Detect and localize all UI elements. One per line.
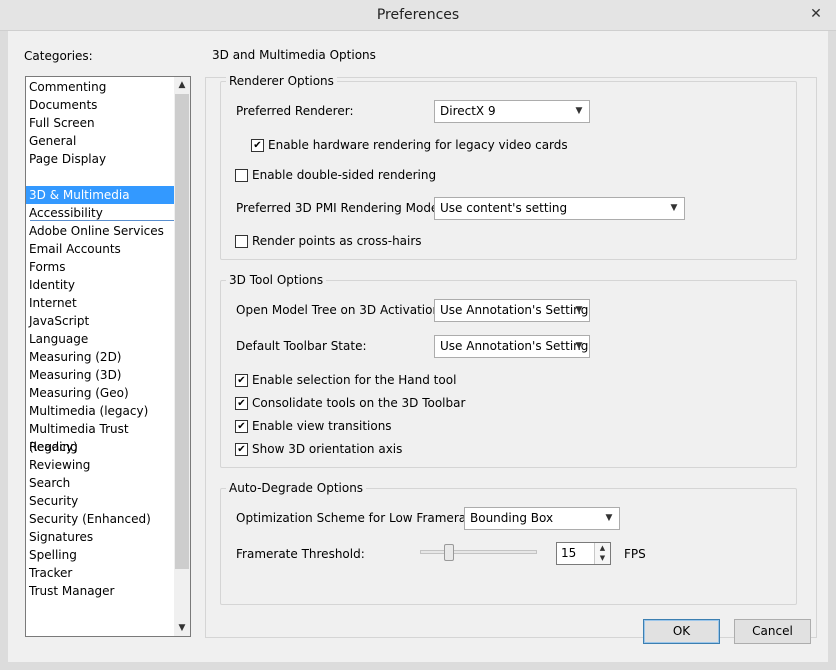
ok-button[interactable]: OK xyxy=(643,619,720,644)
dialog-client: Categories: Commenting Documents Full Scre… xyxy=(8,31,828,662)
category-item[interactable]: Language xyxy=(26,330,174,348)
chevron-down-icon: ▼ xyxy=(575,106,583,116)
category-separator xyxy=(30,220,174,221)
double-sided-row[interactable]: Enable double-sided rendering xyxy=(235,167,436,183)
category-item[interactable]: General xyxy=(26,132,174,150)
category-item[interactable]: Measuring (3D) xyxy=(26,366,174,384)
toolbar-state-label: Default Toolbar State: xyxy=(236,339,367,353)
categories-scrollbar[interactable]: ▲ ▼ xyxy=(174,77,190,636)
category-item[interactable]: Reading xyxy=(26,438,174,456)
renderer-options-title: Renderer Options xyxy=(226,74,337,88)
orientation-row[interactable]: Show 3D orientation axis xyxy=(235,441,402,457)
category-item[interactable]: Signatures xyxy=(26,528,174,546)
scroll-up-icon[interactable]: ▲ xyxy=(174,77,190,93)
category-item[interactable]: JavaScript xyxy=(26,312,174,330)
category-item[interactable]: Trust Manager xyxy=(26,582,174,600)
framerate-spinner[interactable]: 15 ▲ ▼ xyxy=(556,542,611,565)
category-item[interactable]: Tracker xyxy=(26,564,174,582)
toolbar-state-value: Use Annotation's Setting xyxy=(440,339,589,353)
hw-legacy-checkbox[interactable] xyxy=(251,138,264,152)
tool-options-title: 3D Tool Options xyxy=(226,273,327,287)
chevron-down-icon: ▼ xyxy=(670,203,678,213)
consolidate-label: Consolidate tools on the 3D Toolbar xyxy=(252,396,466,410)
consolidate-checkbox[interactable] xyxy=(235,396,248,410)
category-item[interactable]: Forms xyxy=(26,258,174,276)
category-item[interactable]: Measuring (Geo) xyxy=(26,384,174,402)
hand-tool-label: Enable selection for the Hand tool xyxy=(252,373,457,387)
categories-label: Categories: xyxy=(24,49,93,63)
preferred-renderer-value: DirectX 9 xyxy=(440,104,496,118)
crosshair-row[interactable]: Render points as cross-hairs xyxy=(235,233,422,249)
chevron-down-icon: ▼ xyxy=(575,341,583,351)
model-tree-select[interactable]: Use Annotation's Setting ▼ xyxy=(434,299,590,322)
pmi-mode-value: Use content's setting xyxy=(440,201,568,215)
framerate-value: 15 xyxy=(561,546,577,560)
category-item[interactable]: Reviewing xyxy=(26,456,174,474)
category-item[interactable]: Internet xyxy=(26,294,174,312)
hw-legacy-label: Enable hardware rendering for legacy vid… xyxy=(268,138,568,152)
view-transitions-row[interactable]: Enable view transitions xyxy=(235,418,392,434)
scrollbar-thumb[interactable] xyxy=(175,94,189,569)
category-item[interactable]: Security xyxy=(26,492,174,510)
category-item[interactable]: Full Screen xyxy=(26,114,174,132)
optimization-scheme-label: Optimization Scheme for Low Framerate: xyxy=(236,511,483,525)
categories-list[interactable]: Commenting Documents Full Screen General Pag… xyxy=(25,76,191,637)
category-item[interactable]: Multimedia Trust (legacy) xyxy=(26,420,174,454)
optimization-scheme-select[interactable]: Bounding Box ▼ xyxy=(464,507,620,530)
consolidate-row[interactable]: Consolidate tools on the 3D Toolbar xyxy=(235,395,465,411)
fps-unit-label: FPS xyxy=(624,547,646,561)
main-options-title: 3D and Multimedia Options xyxy=(209,48,379,62)
hand-tool-checkbox[interactable] xyxy=(235,373,248,387)
cancel-button[interactable]: Cancel xyxy=(734,619,811,644)
category-item[interactable]: 3D & Multimedia xyxy=(26,186,174,204)
category-item[interactable]: Spelling xyxy=(26,546,174,564)
pmi-mode-select[interactable]: Use content's setting ▼ xyxy=(434,197,685,220)
toolbar-state-select[interactable]: Use Annotation's Setting ▼ xyxy=(434,335,590,358)
model-tree-value: Use Annotation's Setting xyxy=(440,303,589,317)
orientation-label: Show 3D orientation axis xyxy=(252,442,403,456)
preferred-renderer-label: Preferred Renderer: xyxy=(236,104,354,118)
category-item[interactable]: Identity xyxy=(26,276,174,294)
pmi-mode-label: Preferred 3D PMI Rendering Mode: xyxy=(236,201,443,215)
degrade-options-title: Auto-Degrade Options xyxy=(226,481,367,495)
category-item[interactable]: Email Accounts xyxy=(26,240,174,258)
view-transitions-label: Enable view transitions xyxy=(252,419,392,433)
crosshair-checkbox[interactable] xyxy=(235,234,248,248)
preferred-renderer-select[interactable]: DirectX 9 ▼ xyxy=(434,100,590,123)
category-item[interactable]: Search xyxy=(26,474,174,492)
category-item[interactable]: Measuring (2D) xyxy=(26,348,174,366)
optimization-scheme-value: Bounding Box xyxy=(470,511,554,525)
category-item[interactable]: Documents xyxy=(26,96,174,114)
model-tree-label: Open Model Tree on 3D Activation: xyxy=(236,303,445,317)
spin-down-icon[interactable]: ▼ xyxy=(594,553,610,564)
view-transitions-checkbox[interactable] xyxy=(235,419,248,433)
framerate-slider-track[interactable] xyxy=(420,550,537,554)
orientation-checkbox[interactable] xyxy=(235,442,248,456)
double-sided-label: Enable double-sided rendering xyxy=(252,168,437,182)
chevron-down-icon: ▼ xyxy=(575,305,583,315)
category-item[interactable]: Page Display xyxy=(26,150,174,168)
title-bar: Preferences ✕ xyxy=(0,0,836,31)
window-title: Preferences xyxy=(376,7,460,23)
category-item[interactable]: Adobe Online Services xyxy=(26,222,174,240)
category-item[interactable]: Commenting xyxy=(26,78,174,96)
close-icon[interactable]: ✕ xyxy=(807,5,825,23)
hw-legacy-row[interactable]: Enable hardware rendering for legacy vid… xyxy=(251,137,568,153)
category-item[interactable]: Multimedia (legacy) xyxy=(26,402,174,420)
crosshair-label: Render points as cross-hairs xyxy=(252,234,422,248)
framerate-threshold-label: Framerate Threshold: xyxy=(236,547,365,561)
hand-tool-row[interactable]: Enable selection for the Hand tool xyxy=(235,372,456,388)
chevron-down-icon: ▼ xyxy=(605,513,613,523)
scroll-down-icon[interactable]: ▼ xyxy=(174,620,190,636)
double-sided-checkbox[interactable] xyxy=(235,168,248,182)
framerate-slider-thumb[interactable] xyxy=(444,544,455,561)
category-item[interactable]: Security (Enhanced) xyxy=(26,510,174,528)
